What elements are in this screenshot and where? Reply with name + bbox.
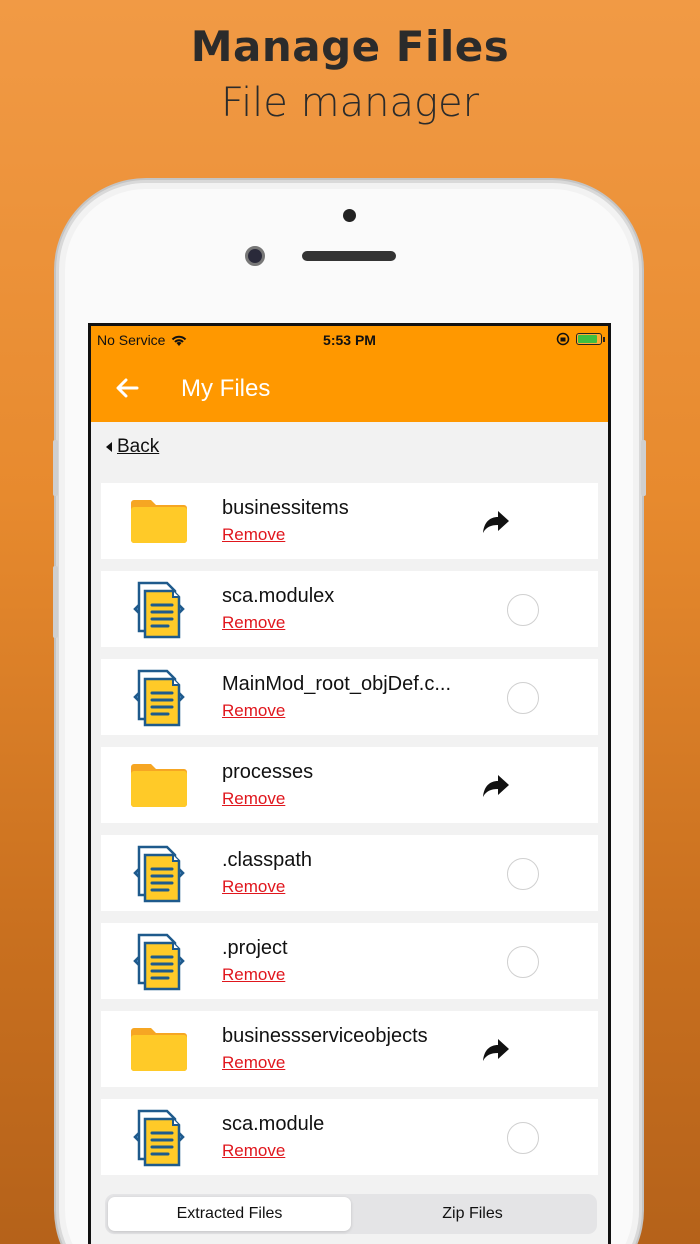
file-name: .project bbox=[222, 937, 288, 959]
volume-up-button bbox=[53, 440, 58, 496]
promo-title: Manage Files bbox=[190, 22, 510, 71]
file-name: sca.modulex bbox=[222, 585, 335, 607]
list-item[interactable]: sca.modulex Remove bbox=[101, 571, 598, 647]
select-radio[interactable] bbox=[507, 858, 539, 890]
list-item[interactable]: businessserviceobjects Remove bbox=[101, 1011, 598, 1087]
list-item[interactable]: processes Remove bbox=[101, 747, 598, 823]
list-item[interactable]: .project Remove bbox=[101, 923, 598, 999]
remove-link[interactable]: Remove bbox=[222, 789, 285, 809]
back-link[interactable]: Back bbox=[105, 436, 159, 458]
battery-fill bbox=[578, 335, 597, 343]
page-title: My Files bbox=[181, 375, 271, 402]
arrow-left-icon[interactable] bbox=[113, 374, 141, 402]
tab-extracted-files[interactable]: Extracted Files bbox=[108, 1197, 351, 1231]
tab-zip-files[interactable]: Zip Files bbox=[351, 1197, 594, 1231]
remove-link[interactable]: Remove bbox=[222, 877, 285, 897]
select-radio[interactable] bbox=[507, 682, 539, 714]
folder-icon bbox=[131, 764, 187, 807]
list-item[interactable]: sca.module Remove bbox=[101, 1099, 598, 1175]
select-radio[interactable] bbox=[507, 1122, 539, 1154]
file-name: businessitems bbox=[222, 497, 349, 519]
share-arrow-icon[interactable] bbox=[481, 1037, 511, 1063]
document-icon bbox=[133, 581, 185, 639]
app-screen: No Service 5:53 PM My Files Back busines… bbox=[88, 323, 611, 1244]
list-item[interactable]: businessitems Remove bbox=[101, 483, 598, 559]
share-arrow-icon[interactable] bbox=[481, 773, 511, 799]
orientation-lock-icon bbox=[556, 332, 570, 346]
remove-link[interactable]: Remove bbox=[222, 525, 285, 545]
status-bar: No Service 5:53 PM bbox=[91, 326, 608, 354]
remove-link[interactable]: Remove bbox=[222, 1141, 285, 1161]
file-name: sca.module bbox=[222, 1113, 325, 1135]
file-name: processes bbox=[222, 761, 314, 783]
file-list: businessitems Remove sca.modulex Remove Ma… bbox=[101, 483, 598, 1187]
back-link-label: Back bbox=[117, 436, 160, 457]
earpiece-speaker bbox=[302, 251, 396, 261]
document-icon bbox=[133, 845, 185, 903]
remove-link[interactable]: Remove bbox=[222, 965, 285, 985]
select-radio[interactable] bbox=[507, 946, 539, 978]
remove-link[interactable]: Remove bbox=[222, 1053, 285, 1073]
front-camera bbox=[343, 209, 356, 222]
folder-icon bbox=[131, 1028, 187, 1071]
remove-link[interactable]: Remove bbox=[222, 613, 285, 633]
share-arrow-icon[interactable] bbox=[481, 509, 511, 535]
volume-down-button bbox=[53, 566, 58, 638]
power-button bbox=[641, 440, 646, 496]
document-icon bbox=[133, 669, 185, 727]
document-icon bbox=[133, 933, 185, 991]
list-item[interactable]: .classpath Remove bbox=[101, 835, 598, 911]
list-item[interactable]: MainMod_root_objDef.c... Remove bbox=[101, 659, 598, 735]
proximity-sensor bbox=[245, 246, 265, 266]
status-time: 5:53 PM bbox=[323, 332, 376, 348]
file-name: MainMod_root_objDef.c... bbox=[222, 673, 452, 695]
remove-link[interactable]: Remove bbox=[222, 701, 285, 721]
document-icon bbox=[133, 1109, 185, 1167]
battery-icon bbox=[576, 333, 605, 345]
file-source-segmented-control: Extracted Files Zip Files bbox=[105, 1194, 597, 1234]
file-name: businessserviceobjects bbox=[222, 1025, 428, 1047]
folder-icon bbox=[131, 500, 187, 543]
nav-bar: My Files bbox=[91, 354, 608, 422]
promo-subtitle: File manager bbox=[220, 80, 480, 126]
caret-left-icon bbox=[106, 442, 112, 452]
file-name: .classpath bbox=[222, 849, 313, 871]
select-radio[interactable] bbox=[507, 594, 539, 626]
